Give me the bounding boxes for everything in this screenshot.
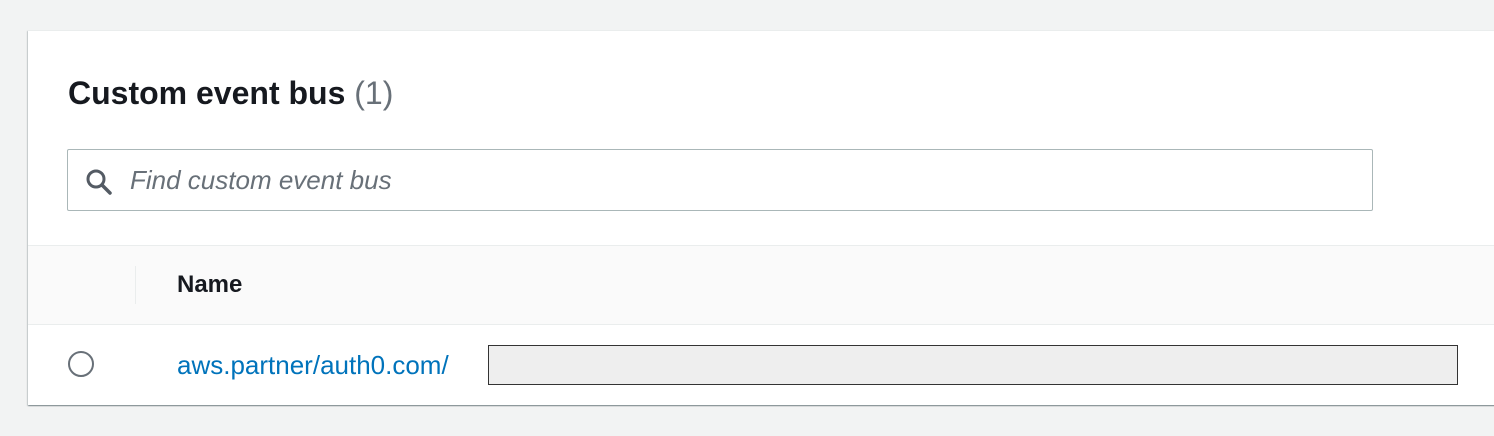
search-input[interactable]: [130, 150, 1350, 210]
column-header-name[interactable]: Name: [177, 270, 242, 300]
table-row: aws.partner/auth0.com/: [28, 325, 1494, 405]
event-bus-name-link[interactable]: aws.partner/auth0.com/: [177, 349, 449, 381]
search-box[interactable]: [67, 149, 1373, 211]
custom-event-bus-panel: Custom event bus (1) Name aws.partner/au…: [28, 30, 1494, 405]
column-divider[interactable]: [135, 266, 136, 304]
table-header: Name: [28, 245, 1494, 325]
panel-title: Custom event bus: [68, 75, 346, 111]
panel-count: (1): [354, 75, 394, 111]
row-select-radio[interactable]: [68, 351, 94, 377]
search-icon: [86, 169, 112, 195]
panel-header: Custom event bus (1): [68, 71, 393, 115]
redacted-area: [488, 345, 1458, 385]
